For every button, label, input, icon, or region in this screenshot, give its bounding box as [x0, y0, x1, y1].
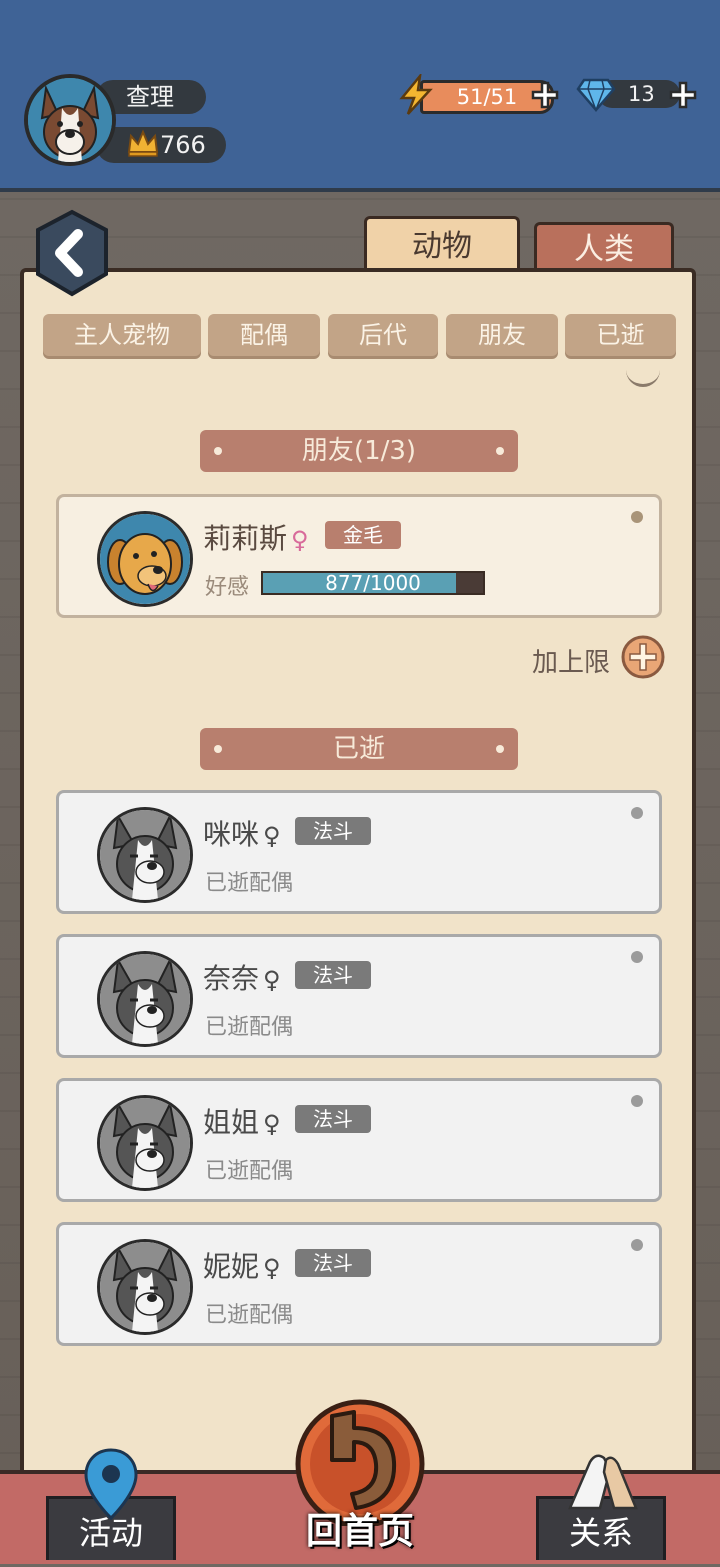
deceased-name: 咪咪 ♀	[203, 818, 281, 851]
deceased-status: 已逝配偶	[205, 1015, 294, 1040]
french-bulldog-icon	[100, 1098, 190, 1188]
friend-avatar	[97, 511, 193, 607]
add-gems-plus-icon[interactable]	[668, 80, 698, 110]
deceased-name: 姐姐 ♀	[203, 1106, 281, 1139]
diamond-icon	[576, 78, 616, 112]
map-pin-icon	[84, 1448, 138, 1521]
french-bulldog-icon	[100, 1242, 190, 1332]
lightning-bolt-icon	[399, 74, 433, 115]
female-icon: ♀	[263, 1254, 281, 1282]
top-header: 查理 766 51/51 13	[0, 0, 720, 192]
golden-retriever-icon	[100, 514, 190, 604]
nav-relations-label: 关系	[568, 1514, 633, 1552]
deceased-avatar	[97, 1239, 193, 1335]
deceased-card[interactable]: 咪咪 ♀ 法斗 已逝配偶	[56, 790, 662, 914]
friends-section-banner: 朋友(1/3)	[200, 430, 518, 472]
subtab-offspring[interactable]: 后代	[328, 314, 438, 356]
friend-breed-tag: 金毛	[325, 521, 401, 549]
deceased-section-title: 已逝	[332, 734, 385, 764]
friend-card[interactable]: 莉莉斯 ♀ 金毛 好感 877/1000	[56, 494, 662, 618]
subtab-friends[interactable]: 朋友	[446, 314, 558, 356]
subtab-spouse[interactable]: 配偶	[208, 314, 320, 356]
deceased-avatar	[97, 807, 193, 903]
deceased-name: 奈奈 ♀	[203, 962, 281, 995]
crown-icon	[127, 129, 159, 157]
player-avatar[interactable]	[24, 74, 116, 166]
subtab-owner-pet[interactable]: 主人宠物	[43, 314, 201, 356]
card-pin	[631, 511, 643, 523]
deceased-card[interactable]: 奈奈 ♀ 法斗 已逝配偶	[56, 934, 662, 1058]
card-pin	[631, 951, 643, 963]
card-pin	[631, 1095, 643, 1107]
tab-animal[interactable]: 动物	[364, 216, 520, 274]
banner-dot	[496, 745, 504, 753]
deceased-card[interactable]: 姐姐 ♀ 法斗 已逝配偶	[56, 1078, 662, 1202]
deceased-breed-tag: 法斗	[295, 817, 371, 845]
deceased-name: 妮妮 ♀	[203, 1250, 281, 1283]
female-icon: ♀	[263, 822, 281, 850]
subtab-deceased[interactable]: 已逝	[565, 314, 676, 356]
banner-dot	[496, 447, 504, 455]
friends-section-title: 朋友(1/3)	[301, 436, 417, 466]
handshake-icon	[568, 1454, 638, 1510]
add-energy-plus-icon[interactable]	[530, 80, 560, 110]
deceased-avatar	[97, 951, 193, 1047]
banner-dot	[214, 447, 222, 455]
back-button[interactable]	[32, 208, 112, 298]
affinity-value: 877/1000	[325, 571, 421, 595]
corgi-avatar-icon	[28, 78, 112, 162]
deceased-card[interactable]: 妮妮 ♀ 法斗 已逝配偶	[56, 1222, 662, 1346]
card-pin	[631, 1239, 643, 1251]
deceased-status: 已逝配偶	[205, 1159, 294, 1184]
card-pin	[631, 807, 643, 819]
deceased-breed-tag: 法斗	[295, 1249, 371, 1277]
deceased-status: 已逝配偶	[205, 871, 294, 896]
affinity-label: 好感	[205, 575, 250, 600]
deceased-section-banner: 已逝	[200, 728, 518, 770]
deceased-status: 已逝配偶	[205, 1303, 294, 1328]
raise-limit-plus-button[interactable]	[620, 634, 666, 680]
player-score: 766	[96, 127, 226, 163]
female-icon: ♀	[263, 966, 281, 994]
affinity-bar: 877/1000	[261, 571, 485, 595]
french-bulldog-icon	[100, 810, 190, 900]
raise-limit-label: 加上限	[532, 648, 611, 678]
home-label: 回首页	[305, 1511, 414, 1552]
female-icon: ♀	[263, 1110, 281, 1138]
deceased-breed-tag: 法斗	[295, 961, 371, 989]
tab-human[interactable]: 人类	[534, 222, 674, 274]
french-bulldog-icon	[100, 954, 190, 1044]
banner-dot	[214, 745, 222, 753]
female-icon: ♀	[291, 526, 309, 554]
friend-name: 莉莉斯 ♀	[203, 522, 309, 555]
deceased-avatar	[97, 1095, 193, 1191]
deceased-breed-tag: 法斗	[295, 1105, 371, 1133]
